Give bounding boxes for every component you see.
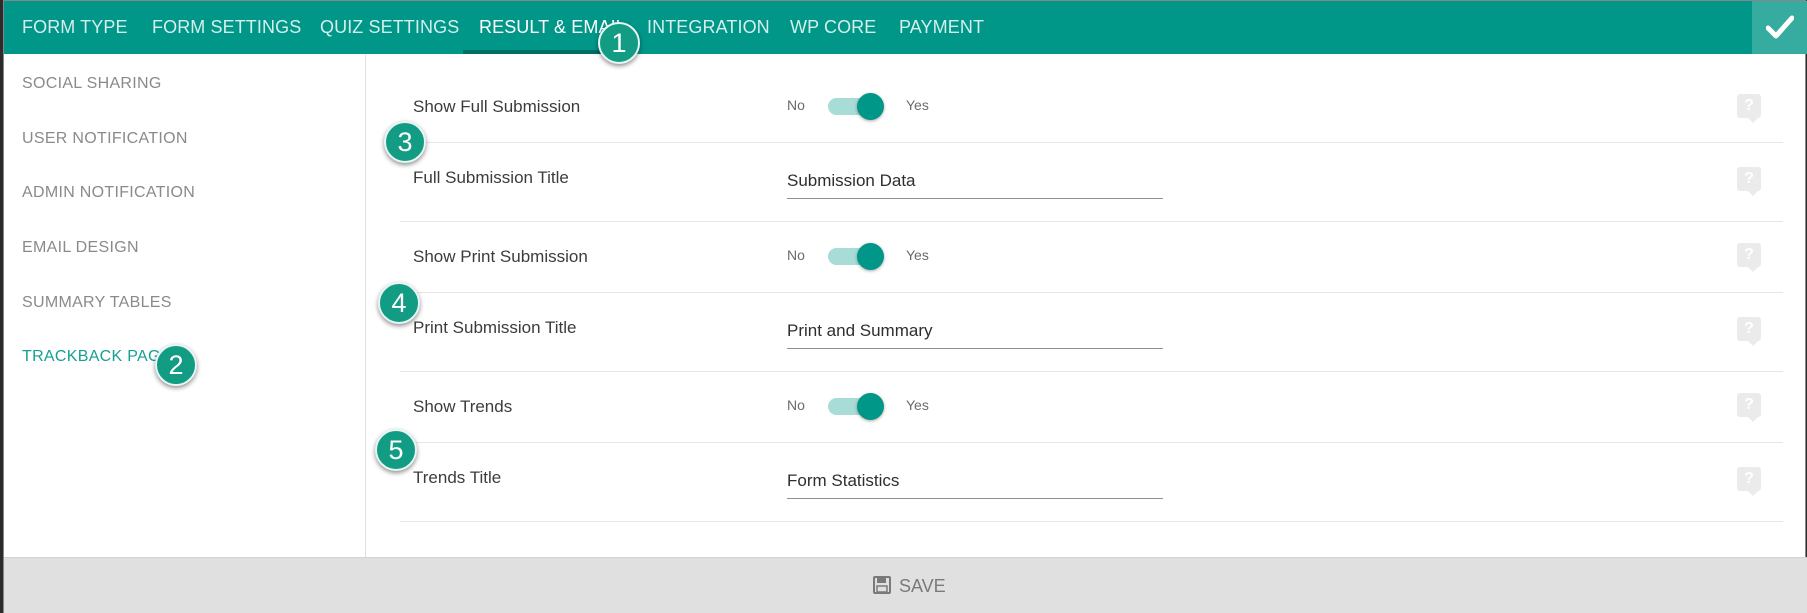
show-print-submission-label: Show Print Submission <box>413 247 588 266</box>
callout-marker-2: 2 <box>155 344 197 386</box>
help-icon[interactable]: ? <box>1737 467 1761 496</box>
help-icon-glyph: ? <box>1744 320 1754 337</box>
sidebar-item-user-notification[interactable]: USER NOTIFICATION <box>22 130 188 148</box>
callout-marker-4: 4 <box>378 282 420 324</box>
top-tab-bar: FORM TYPE FORM SETTINGS QUIZ SETTINGS RE… <box>4 1 1807 54</box>
toggle-knob[interactable] <box>857 243 884 270</box>
sidebar-item-admin-notification[interactable]: ADMIN NOTIFICATION <box>22 184 195 202</box>
confirm-button[interactable] <box>1752 1 1807 54</box>
print-submission-title-label: Print Submission Title <box>413 318 577 337</box>
sidebar-item-summary-tables[interactable]: SUMMARY TABLES <box>22 294 172 312</box>
row-divider <box>400 142 1783 143</box>
tab-form-type[interactable]: FORM TYPE <box>22 1 128 54</box>
full-submission-title-label: Full Submission Title <box>413 168 569 187</box>
help-icon[interactable]: ? <box>1737 317 1761 346</box>
toggle-switch[interactable] <box>828 243 884 270</box>
sidebar-item-trackback-page[interactable]: TRACKBACK PAGE <box>22 348 172 366</box>
row-divider <box>400 371 1783 372</box>
trends-title-input[interactable] <box>787 463 1163 499</box>
toggle-knob[interactable] <box>857 393 884 420</box>
row-divider <box>400 442 1783 443</box>
toggle-yes-label: Yes <box>906 97 929 113</box>
save-label: SAVE <box>899 576 946 596</box>
toggle-switch[interactable] <box>828 393 884 420</box>
help-icon-glyph: ? <box>1744 246 1754 263</box>
tab-payment[interactable]: PAYMENT <box>899 1 984 54</box>
sidebar-item-email-design[interactable]: EMAIL DESIGN <box>22 239 139 257</box>
sidebar-item-social-sharing[interactable]: SOCIAL SHARING <box>22 75 162 93</box>
row-divider <box>400 521 1783 522</box>
help-icon[interactable]: ? <box>1737 94 1761 123</box>
show-full-submission-label: Show Full Submission <box>413 97 581 116</box>
toggle-no-label: No <box>787 97 805 113</box>
footer-bar: SAVE <box>4 557 1807 613</box>
trends-title-label: Trends Title <box>413 468 502 487</box>
settings-sidebar: SOCIAL SHARING USER NOTIFICATION ADMIN N… <box>4 54 366 557</box>
toggle-no-label: No <box>787 247 805 263</box>
help-icon[interactable]: ? <box>1737 393 1761 422</box>
toggle-no-label: No <box>787 397 805 413</box>
check-icon <box>1766 15 1794 39</box>
tab-form-settings[interactable]: FORM SETTINGS <box>152 1 301 54</box>
toggle-switch[interactable] <box>828 93 884 120</box>
tab-integration[interactable]: INTEGRATION <box>647 1 770 54</box>
help-icon-glyph: ? <box>1744 470 1754 487</box>
help-icon[interactable]: ? <box>1737 167 1761 196</box>
full-submission-title-input[interactable] <box>787 163 1163 199</box>
row-divider <box>400 292 1783 293</box>
callout-marker-5: 5 <box>375 429 417 471</box>
show-trends-label: Show Trends <box>413 397 513 416</box>
print-submission-title-input[interactable] <box>787 313 1163 349</box>
help-icon[interactable]: ? <box>1737 243 1761 272</box>
help-icon-glyph: ? <box>1744 170 1754 187</box>
row-divider <box>400 221 1783 222</box>
help-icon-glyph: ? <box>1744 396 1754 413</box>
floppy-disk-icon <box>873 576 891 594</box>
toggle-yes-label: Yes <box>906 247 929 263</box>
tab-wp-core[interactable]: WP CORE <box>790 1 876 54</box>
callout-marker-1: 1 <box>598 22 640 64</box>
callout-marker-3: 3 <box>384 121 426 163</box>
active-tab-indicator <box>463 50 603 54</box>
toggle-knob[interactable] <box>857 93 884 120</box>
tab-quiz-settings[interactable]: QUIZ SETTINGS <box>320 1 459 54</box>
toggle-yes-label: Yes <box>906 397 929 413</box>
settings-window: FORM TYPE FORM SETTINGS QUIZ SETTINGS RE… <box>3 0 1807 613</box>
help-icon-glyph: ? <box>1744 97 1754 114</box>
